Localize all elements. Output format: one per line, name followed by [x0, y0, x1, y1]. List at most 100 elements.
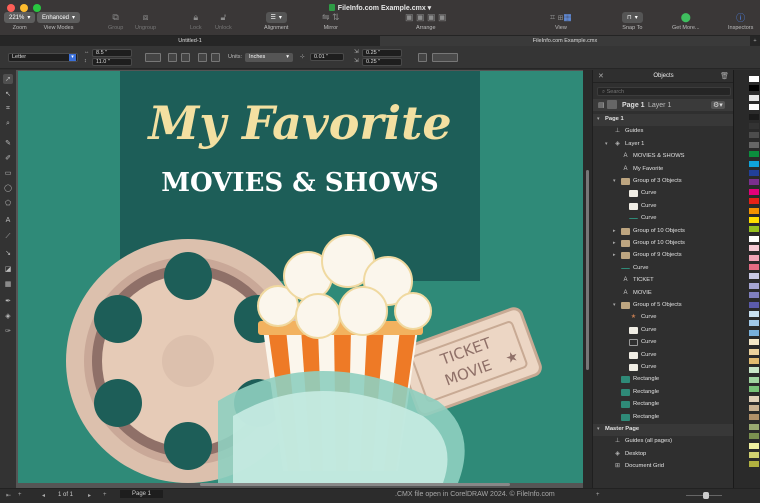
object-tree-row[interactable]: Rectangle [593, 374, 734, 386]
snap-to-control[interactable]: ⊓ ▾ Snap To [622, 12, 643, 31]
object-tree-row[interactable]: ▸ Group of 10 Objects [593, 238, 734, 250]
color-swatch[interactable] [749, 254, 759, 261]
group-button[interactable]: ⧉ Group [108, 12, 123, 31]
shape-tool-icon[interactable]: ↖ [3, 89, 13, 99]
snap-to-select[interactable]: ⊓ ▾ [622, 12, 643, 23]
collapse-arrow-icon[interactable]: ▸ [613, 240, 616, 246]
object-tree-row[interactable]: ◈ Desktop [593, 449, 734, 461]
object-tree-row[interactable]: ⊞ Document Grid [593, 461, 734, 473]
color-swatch[interactable] [749, 423, 759, 430]
color-swatch[interactable] [749, 301, 759, 308]
all-pages-icon[interactable] [198, 53, 207, 62]
zoom-slider-handle[interactable] [703, 492, 709, 499]
ungroup-button[interactable]: ⧈ Ungroup [135, 12, 156, 31]
object-tree-row[interactable]: ⊥ Guides (all pages) [593, 436, 734, 448]
next-page-icon[interactable]: ▸ [88, 492, 91, 499]
collapse-arrow-icon[interactable]: ▸ [613, 228, 616, 234]
color-swatch[interactable] [749, 348, 759, 355]
color-swatch[interactable] [749, 179, 759, 186]
object-tree-row[interactable]: ▾ Group of 3 Objects [593, 176, 734, 188]
color-swatch[interactable] [749, 461, 759, 468]
treat-as-filled-icon[interactable] [418, 53, 427, 62]
units-select[interactable]: Inches ▾ [245, 53, 293, 62]
shadow-tool-icon[interactable]: ◪ [3, 264, 13, 274]
color-swatch[interactable] [749, 282, 759, 289]
object-tree-row[interactable]: Curve [593, 362, 734, 374]
previous-page-icon[interactable]: ◂ [42, 492, 45, 499]
object-tree-row[interactable]: ▾ Page 1 [593, 114, 734, 126]
get-more-button[interactable]: ⬤ Get More... [672, 12, 700, 31]
color-swatch[interactable] [749, 151, 759, 158]
tab-untitled[interactable]: Untitled-1 [0, 36, 380, 46]
zoom-select[interactable]: 221% ▾ [4, 12, 36, 23]
view-modes-control[interactable]: Enhanced ▾ View Modes [37, 12, 81, 31]
view-control[interactable]: ⌗ ⊞ ▦ View [550, 12, 572, 31]
color-swatch[interactable] [749, 367, 759, 374]
color-swatch[interactable] [749, 358, 759, 364]
expand-arrow-icon[interactable]: ▾ [613, 302, 616, 308]
object-tree-row[interactable]: A MOVIES & SHOWS [593, 151, 734, 163]
gear-icon[interactable]: ⚙▾ [711, 101, 725, 109]
new-tab-button[interactable]: + [750, 36, 760, 46]
page-size-select[interactable]: Letter ▾ [8, 53, 78, 62]
connector-tool-icon[interactable]: ↘ [3, 248, 13, 258]
object-tree-row[interactable]: Curve [593, 263, 734, 275]
eyedropper-tool-icon[interactable]: ✒ [3, 296, 13, 306]
zoom-tool-icon[interactable]: ⌕ [3, 119, 13, 129]
color-swatch[interactable] [749, 207, 759, 214]
duplicate-x-field[interactable]: 0.25 " [362, 49, 402, 57]
page-height-field[interactable]: 11.0 " [92, 58, 132, 66]
color-swatch[interactable] [749, 405, 759, 411]
page-tab[interactable]: Page 1 [120, 490, 164, 498]
alignment-select[interactable]: ☰ ▾ [265, 12, 287, 23]
transparency-tool-icon[interactable]: ▦ [3, 279, 13, 289]
object-tree-row[interactable]: ★ Curve [593, 312, 734, 324]
color-swatch[interactable] [749, 245, 759, 252]
outline-tool-icon[interactable]: ✑ [3, 326, 13, 336]
landscape-icon[interactable] [181, 53, 190, 62]
color-swatch[interactable] [749, 452, 759, 458]
object-tree-row[interactable]: Curve [593, 201, 734, 213]
ellipse-tool-icon[interactable]: ◯ [3, 183, 13, 193]
object-tree-row[interactable]: ▾ Group of 5 Objects [593, 300, 734, 312]
object-tree-row[interactable]: Curve [593, 213, 734, 225]
object-tree-row[interactable]: A TICKET [593, 275, 734, 287]
object-tree-row[interactable]: A My Favorite [593, 164, 734, 176]
zoom-control[interactable]: 221% ▾ Zoom [4, 12, 36, 31]
fill-tool-icon[interactable]: ◈ [3, 311, 13, 321]
object-tree-row[interactable]: ▾ Master Page [593, 424, 734, 436]
page-options-icon[interactable] [145, 53, 161, 62]
dimension-tool-icon[interactable]: ⟋ [3, 232, 13, 242]
freehand-tool-icon[interactable]: ✎ [3, 138, 13, 148]
current-page-icon[interactable] [211, 53, 220, 62]
view-mode-select[interactable]: Enhanced ▾ [37, 12, 81, 23]
options-button[interactable] [432, 53, 458, 62]
drawing-canvas[interactable]: My Favorite MOVIES & SHOWS TICKET MOVIE … [16, 70, 592, 488]
color-swatch[interactable] [749, 433, 759, 440]
vertical-scrollbar[interactable] [583, 70, 592, 488]
pick-tool-icon[interactable]: ➚ [3, 74, 13, 84]
object-tree-row[interactable]: ▾ ◈ Layer 1 [593, 139, 734, 151]
color-swatch[interactable] [749, 141, 759, 148]
inspectors-button[interactable]: ⓘ Inspectors [728, 12, 753, 31]
mirror-control[interactable]: ⇋ ⇅ Mirror [322, 12, 340, 31]
collapse-arrow-icon[interactable]: ▸ [613, 252, 616, 258]
nudge-field[interactable]: 0.01 " [310, 53, 344, 61]
color-swatch[interactable] [749, 188, 759, 195]
expand-arrow-icon[interactable]: ▾ [597, 116, 600, 122]
crop-tool-icon[interactable]: ⌗ [3, 104, 13, 114]
color-swatch[interactable] [749, 235, 759, 242]
object-tree-row[interactable]: Rectangle [593, 412, 734, 424]
lock-button[interactable]: 🔒︎ Lock [190, 12, 202, 31]
color-swatch[interactable] [749, 226, 759, 233]
rectangle-tool-icon[interactable]: ▭ [3, 168, 13, 178]
color-swatch[interactable] [749, 311, 759, 317]
expand-arrow-icon[interactable]: ▾ [613, 178, 616, 184]
text-tool-icon[interactable]: A [3, 215, 13, 225]
color-swatch[interactable] [749, 113, 759, 120]
color-swatch[interactable] [749, 376, 759, 383]
vertical-scroll-thumb[interactable] [586, 170, 589, 370]
artistic-media-icon[interactable]: ✐ [3, 153, 13, 163]
color-swatch[interactable] [749, 132, 759, 139]
add-page-end-icon[interactable]: + [103, 492, 107, 498]
